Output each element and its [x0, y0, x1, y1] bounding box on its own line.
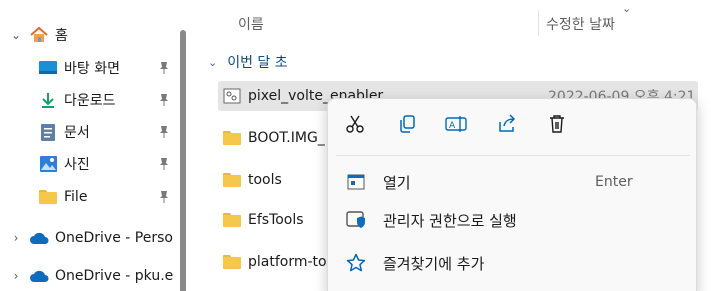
nav-item-file[interactable]: File — [0, 183, 178, 211]
cut-button[interactable] — [341, 112, 369, 140]
menu-item-label: 열기 — [383, 173, 411, 192]
nav-item-label: OneDrive - Perso — [55, 230, 173, 246]
chevron-right-icon[interactable]: › — [9, 231, 23, 245]
column-divider[interactable] — [538, 10, 539, 36]
sort-chevron-icon: ⌄ — [622, 2, 632, 15]
chevron-right-icon[interactable]: › — [9, 269, 23, 283]
file-name: BOOT.IMG_ — [248, 130, 325, 146]
copy-button[interactable] — [393, 112, 421, 140]
onedrive-icon — [29, 266, 49, 286]
nav-item-downloads[interactable]: 다운로드 — [0, 86, 178, 114]
menu-item-label: 즐겨찾기에 추가 — [383, 254, 485, 273]
nav-item-onedrive-personal[interactable]: › OneDrive - Perso — [0, 224, 178, 252]
chevron-down-icon[interactable]: ⌄ — [208, 56, 217, 69]
menu-item-label: 관리자 권한으로 실행 — [383, 211, 517, 230]
nav-item-label: 바탕 화면 — [64, 61, 120, 77]
file-name: EfsTools — [248, 212, 304, 228]
file-name: tools — [248, 172, 282, 188]
context-menu: A 열기 Enter 관리자 권한으로 실행 즐겨찾기에 추가 — [327, 98, 697, 291]
quick-actions-bar: A — [328, 99, 696, 153]
desktop-icon — [38, 58, 58, 78]
column-header-name[interactable]: 이름 — [238, 14, 264, 34]
download-icon — [38, 90, 58, 110]
menu-item-run-as-admin[interactable]: 관리자 권한으로 실행 — [332, 202, 692, 238]
file-icon — [222, 87, 242, 105]
nav-item-label: File — [64, 189, 88, 205]
nav-scrollbar[interactable] — [180, 30, 186, 291]
open-icon — [345, 171, 367, 193]
scissors-icon — [345, 114, 365, 138]
menu-item-open[interactable]: 열기 Enter — [332, 164, 692, 200]
star-icon — [345, 252, 367, 274]
trash-icon — [548, 114, 566, 138]
nav-item-label: OneDrive - pku.e — [55, 268, 174, 284]
nav-item-pictures[interactable]: 사진 — [0, 150, 178, 178]
nav-item-label: 홈 — [55, 28, 68, 44]
folder-icon — [222, 129, 242, 147]
folder-icon — [222, 211, 242, 229]
nav-item-desktop[interactable]: 바탕 화면 — [0, 54, 178, 82]
svg-text:A: A — [449, 121, 456, 131]
pin-icon[interactable] — [158, 190, 170, 204]
nav-item-documents[interactable]: 문서 — [0, 118, 178, 146]
pictures-icon — [38, 154, 58, 174]
share-icon — [497, 114, 517, 138]
folder-icon — [222, 253, 242, 271]
nav-item-onedrive-pku[interactable]: › OneDrive - pku.e — [0, 262, 178, 290]
navigation-pane: ⌄ 홈 바탕 화면 다운로드 문서 사진 File › OneDrive - P… — [0, 0, 192, 291]
share-button[interactable] — [493, 112, 521, 140]
onedrive-icon — [29, 228, 49, 248]
pin-icon[interactable] — [158, 157, 170, 171]
nav-item-label: 사진 — [64, 157, 90, 173]
column-header-modified[interactable]: 수정한 날짜 — [546, 14, 615, 34]
pin-icon[interactable] — [158, 125, 170, 139]
admin-shield-icon — [345, 209, 367, 231]
group-header[interactable]: ⌄ 이번 달 초 — [208, 52, 288, 72]
pin-icon[interactable] — [158, 61, 170, 75]
home-icon — [29, 25, 49, 45]
menu-item-add-favorite[interactable]: 즐겨찾기에 추가 — [332, 245, 692, 281]
pin-icon[interactable] — [158, 93, 170, 107]
group-label: 이번 달 초 — [227, 55, 288, 71]
delete-button[interactable] — [543, 112, 571, 140]
menu-divider — [336, 155, 690, 156]
nav-item-home[interactable]: ⌄ 홈 — [0, 21, 178, 49]
nav-item-label: 다운로드 — [64, 93, 116, 109]
folder-icon — [222, 171, 242, 189]
file-name: platform-to — [248, 254, 327, 270]
menu-item-shortcut: Enter — [595, 174, 633, 190]
folder-icon — [38, 187, 58, 207]
rename-icon: A — [445, 114, 467, 138]
copy-icon — [397, 114, 417, 138]
rename-button[interactable]: A — [442, 112, 470, 140]
chevron-down-icon[interactable]: ⌄ — [9, 28, 23, 42]
document-icon — [38, 122, 58, 142]
nav-item-label: 문서 — [64, 125, 90, 141]
